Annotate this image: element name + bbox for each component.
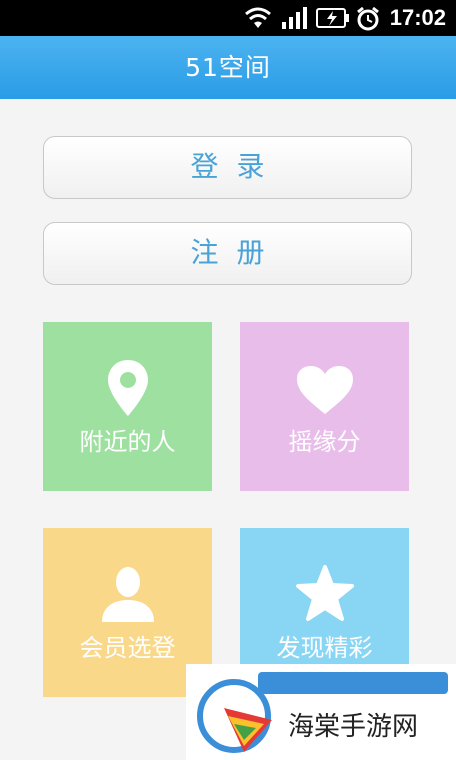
register-label: 注册	[190, 236, 283, 269]
app-title: 51空间	[185, 53, 271, 82]
status-time: 17:02	[389, 5, 446, 30]
battery-icon	[316, 8, 349, 28]
tile-nearby-people[interactable]: 附近的人	[43, 322, 212, 491]
status-bar: 17:02	[0, 0, 456, 36]
login-label: 登录	[190, 150, 283, 183]
tile-label: 附近的人	[79, 428, 176, 456]
watermark-banner	[258, 672, 448, 694]
tile-shake-fate[interactable]: 摇缘分	[240, 322, 409, 491]
location-pin-icon	[107, 360, 148, 416]
wifi-icon	[245, 7, 271, 28]
tile-label: 摇缘分	[288, 428, 361, 456]
tile-label: 会员选登	[79, 634, 176, 662]
heart-icon	[296, 366, 353, 414]
alarm-icon	[357, 6, 379, 31]
signal-icon	[282, 7, 307, 29]
login-button[interactable]: 登录	[43, 136, 412, 199]
tile-label: 发现精彩	[276, 634, 373, 662]
register-button[interactable]: 注册	[43, 222, 412, 285]
watermark-text: 海棠手游网	[288, 712, 419, 742]
app-title-bar: 51空间	[0, 36, 456, 99]
user-icon	[101, 567, 154, 622]
star-icon	[295, 565, 354, 621]
